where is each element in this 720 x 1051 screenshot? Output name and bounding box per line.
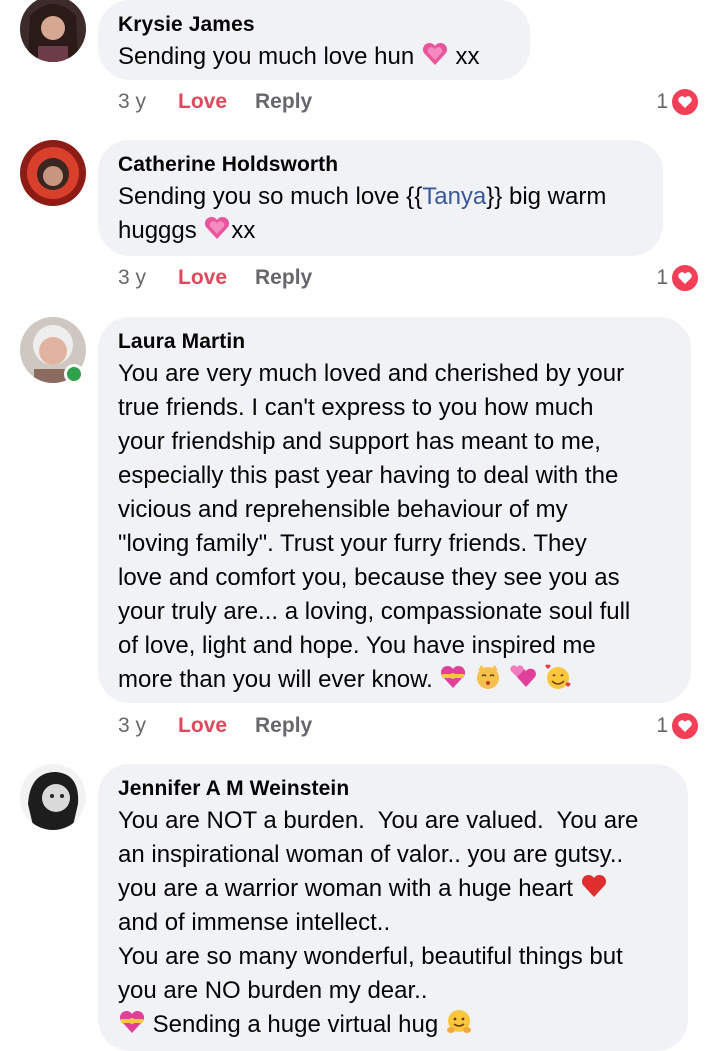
comment-bubble[interactable]: Laura Martin You are very much loved and…	[98, 317, 691, 703]
two-hearts-emoji-icon	[510, 665, 536, 687]
comment-time[interactable]: 3 y	[118, 262, 150, 294]
avatar[interactable]	[20, 764, 86, 830]
comment-time[interactable]: 3 y	[118, 86, 150, 118]
reaction-count: 1	[656, 266, 668, 289]
comment-bubble[interactable]: Catherine Holdsworth Sending you so much…	[98, 140, 663, 256]
comment-author[interactable]: Krysie James	[118, 10, 510, 40]
comment-text: Sending you much love hun xx	[118, 40, 510, 74]
reply-button[interactable]: Reply	[255, 86, 312, 118]
comment-author[interactable]: Jennifer A M Weinstein	[118, 774, 668, 804]
comment-actions: 3 y Love Reply	[118, 710, 312, 742]
reply-button[interactable]: Reply	[255, 262, 312, 294]
love-button[interactable]: Love	[178, 262, 227, 294]
comment-actions: 3 y Love Reply	[118, 262, 312, 294]
comment-text: You are very much loved and cherished by…	[118, 360, 631, 693]
reaction-count: 1	[656, 714, 668, 737]
online-status-indicator	[64, 364, 84, 384]
reply-button[interactable]: Reply	[255, 710, 312, 742]
kissing-cat-emoji-icon	[477, 665, 500, 689]
comment-text: You are NOT a burden. You are valued. Yo…	[118, 807, 639, 1038]
reaction-count: 1	[656, 90, 668, 113]
comment-text: Sending you so much love {{Tanya}} big w…	[118, 183, 607, 244]
comment-actions: 3 y Love Reply	[118, 86, 312, 118]
comment-time[interactable]: 3 y	[118, 710, 150, 742]
heart-reaction-icon	[670, 711, 700, 741]
mention-link[interactable]: Tanya	[422, 183, 486, 210]
comment-bubble[interactable]: Jennifer A M Weinstein You are NOT a bur…	[98, 764, 688, 1051]
pink-heart-emoji-icon	[205, 216, 230, 239]
heart-reaction-icon	[670, 87, 700, 117]
comment-bubble[interactable]: Krysie James Sending you much love hun x…	[98, 0, 530, 80]
reaction-summary[interactable]: 1	[656, 710, 700, 742]
heart-reaction-icon	[670, 263, 700, 293]
red-heart-emoji-icon	[581, 874, 606, 897]
hugging-face-emoji-icon	[446, 1010, 471, 1033]
love-button[interactable]: Love	[178, 710, 227, 742]
heart-with-ribbon-emoji-icon	[119, 1010, 145, 1033]
reaction-summary[interactable]: 1	[656, 262, 700, 294]
comment-author[interactable]: Laura Martin	[118, 327, 671, 357]
love-button[interactable]: Love	[178, 86, 227, 118]
heart-with-ribbon-emoji-icon	[441, 665, 466, 688]
reaction-summary[interactable]: 1	[656, 86, 700, 118]
comment-author[interactable]: Catherine Holdsworth	[118, 150, 643, 180]
avatar[interactable]	[20, 140, 86, 206]
pink-heart-emoji-icon	[422, 42, 447, 65]
smiling-face-with-hearts-emoji-icon	[544, 664, 571, 689]
avatar[interactable]	[20, 0, 86, 62]
